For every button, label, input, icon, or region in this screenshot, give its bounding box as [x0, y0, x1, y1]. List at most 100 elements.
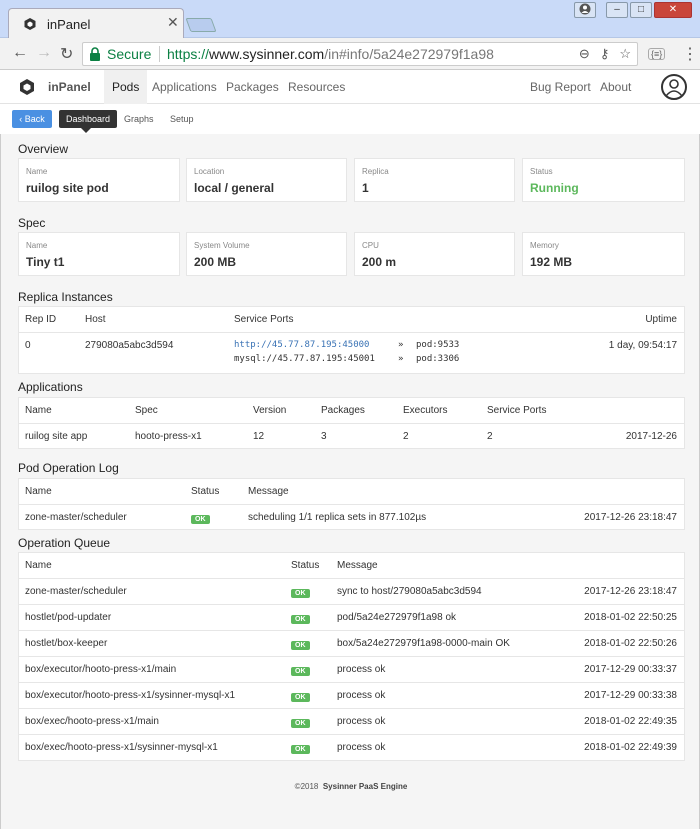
status-badge: OK: [291, 717, 310, 728]
queue-message-cell: sync to host/279080a5abc3d594: [337, 586, 482, 597]
status-badge: OK: [291, 665, 310, 676]
forward-arrow-icon[interactable]: →: [36, 44, 52, 62]
nav-resources[interactable]: Resources: [288, 80, 345, 94]
status-badge: OK: [291, 613, 310, 624]
close-tab-icon[interactable]: ✕: [167, 14, 179, 31]
maximize-icon[interactable]: □: [630, 2, 652, 18]
spec-card-system-volume: System Volume 200 MB: [186, 232, 347, 276]
tab-title: inPanel: [47, 17, 91, 32]
card-value: local / general: [194, 181, 275, 195]
queue-message-cell: box/5a24e272979f1a98-0000-main OK: [337, 638, 510, 649]
queue-name-cell: hostlet/box-keeper: [25, 638, 108, 649]
col-status: Status: [191, 486, 220, 497]
status-running-value: Running: [530, 181, 579, 195]
card-label: CPU: [362, 241, 379, 250]
queue-time-cell: 2018-01-02 22:50:26: [584, 638, 677, 649]
col-name: Name: [25, 560, 52, 571]
nav-pods[interactable]: Pods: [104, 70, 148, 104]
oplog-table: Name Status Message zone-master/schedule…: [18, 478, 685, 530]
col-uptime: Uptime: [645, 314, 677, 325]
spec-card-name: Name Tiny t1: [18, 232, 180, 276]
col-service-ports: Service Ports: [487, 405, 547, 416]
service-port-http-link[interactable]: http://45.77.87.195:45000: [234, 340, 369, 350]
tab-dashboard[interactable]: Dashboard: [59, 110, 118, 133]
opqueue-table: Name Status Message zone-master/schedule…: [18, 552, 685, 761]
col-version: Version: [253, 405, 287, 416]
back-arrow-icon[interactable]: ←: [12, 44, 28, 62]
overview-card-replica: Replica 1: [354, 158, 515, 202]
back-button[interactable]: ‹ Back: [12, 110, 52, 128]
app-name: inPanel: [48, 80, 91, 94]
table-row: hostlet/pod-updater OK pod/5a24e272979f1…: [19, 605, 684, 631]
profile-icon[interactable]: [574, 2, 596, 18]
status-badge: OK: [291, 743, 310, 754]
browser-toolbar: ← → ↻ Secure https://www.sysinner.com/in…: [0, 38, 700, 70]
table-row: hostlet/box-keeper OK box/5a24e272979f1a…: [19, 631, 684, 657]
queue-time-cell: 2018-01-02 22:50:25: [584, 612, 677, 623]
overview-title: Overview: [18, 142, 69, 156]
table-header-row: Name Spec Version Packages Executors Ser…: [19, 398, 684, 424]
nav-applications[interactable]: Applications: [152, 80, 217, 94]
window-controls: – □ ✕: [574, 2, 692, 18]
browser-tab[interactable]: inPanel ✕: [8, 8, 184, 38]
new-tab-button[interactable]: [185, 18, 217, 32]
port-target: pod:3306: [416, 354, 460, 364]
app-packages-cell: 3: [321, 431, 327, 442]
port-arrow: »: [398, 354, 404, 364]
col-service-ports: Service Ports: [234, 314, 294, 325]
queue-message-cell: process ok: [337, 664, 386, 675]
tab-setup[interactable]: Setup: [170, 110, 194, 128]
card-label: Name: [26, 167, 48, 176]
minimize-icon[interactable]: –: [606, 2, 628, 18]
queue-name-cell: hostlet/pod-updater: [25, 612, 112, 623]
nav-bug-report[interactable]: Bug Report: [530, 80, 591, 94]
zoom-icon[interactable]: ⊖: [579, 43, 590, 65]
status-badge: OK: [291, 639, 310, 650]
app-name-cell: ruilog site app: [25, 431, 88, 442]
ok-badge: OK: [291, 719, 310, 728]
app-ports-cell: 2: [487, 431, 493, 442]
applications-table: Name Spec Version Packages Executors Ser…: [18, 397, 685, 449]
ok-badge: OK: [191, 515, 210, 524]
card-label: Location: [194, 167, 225, 176]
queue-time-cell: 2017-12-26 23:18:47: [584, 586, 677, 597]
user-avatar-icon[interactable]: [661, 74, 687, 100]
overview-card-name: Name ruilog site pod: [18, 158, 180, 202]
status-badge: OK: [191, 513, 210, 524]
status-badge: OK: [291, 691, 310, 702]
tab-graphs[interactable]: Graphs: [124, 110, 154, 128]
browser-menu-icon[interactable]: ⋮: [682, 44, 698, 64]
queue-name-cell: box/executor/hooto-press-x1/sysinner-mys…: [25, 690, 236, 701]
extension-icon[interactable]: {≡}: [648, 48, 666, 60]
oplog-name-cell: zone-master/scheduler: [25, 512, 127, 523]
col-host: Host: [85, 314, 106, 325]
app-version-cell: 12: [253, 431, 265, 442]
url-text: https://www.sysinner.com/in#info/5a24e27…: [167, 43, 494, 65]
card-value: ruilog site pod: [26, 181, 109, 195]
close-window-icon[interactable]: ✕: [654, 2, 692, 18]
url-path: /in#info/5a24e272979f1a98: [324, 46, 494, 62]
app-executors-cell: 2: [403, 431, 409, 442]
ok-badge: OK: [291, 745, 310, 754]
status-badge: OK: [291, 587, 310, 598]
table-header-row: Name Status Message: [19, 479, 684, 505]
queue-time-cell: 2017-12-29 00:33:37: [584, 664, 677, 675]
table-row: ruilog site app hooto-press-x1 12 3 2 2 …: [19, 424, 684, 449]
col-executors: Executors: [403, 405, 448, 416]
key-icon[interactable]: ⚷: [600, 43, 610, 65]
table-header-row: Rep ID Host Service Ports Uptime: [19, 307, 684, 333]
nav-packages[interactable]: Packages: [226, 80, 279, 94]
lock-icon: [90, 47, 100, 61]
queue-name-cell: box/executor/hooto-press-x1/main: [25, 664, 177, 675]
reload-icon[interactable]: ↻: [60, 44, 73, 64]
nav-about[interactable]: About: [600, 80, 631, 94]
queue-time-cell: 2018-01-02 22:49:35: [584, 716, 677, 727]
back-button-label: Back: [24, 114, 45, 124]
ok-badge: OK: [291, 589, 310, 598]
star-icon[interactable]: ☆: [619, 43, 631, 65]
address-bar[interactable]: Secure https://www.sysinner.com/in#info/…: [82, 42, 638, 66]
col-name: Name: [25, 405, 52, 416]
overview-card-status: Status Running: [522, 158, 685, 202]
card-value: Tiny t1: [26, 255, 65, 269]
card-label: Name: [26, 241, 48, 250]
